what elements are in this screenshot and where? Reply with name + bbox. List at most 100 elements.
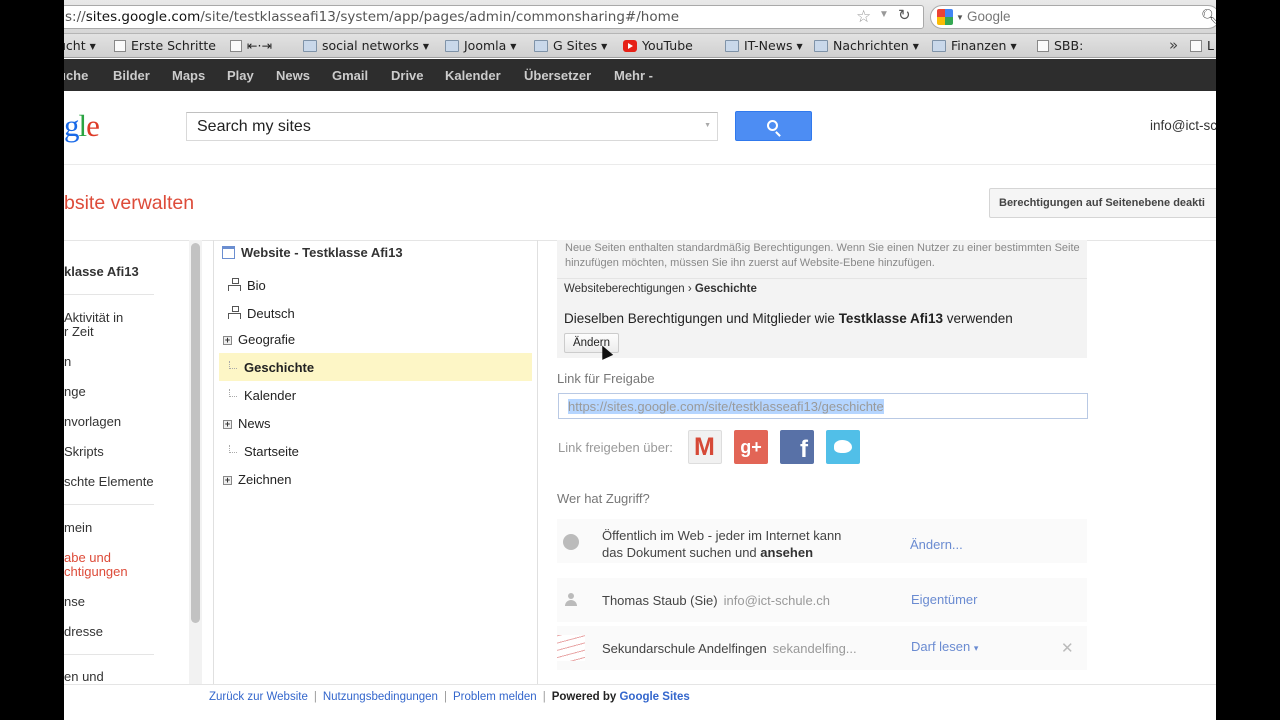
tree-line-icon (229, 445, 237, 453)
page-level-permissions-button[interactable]: Berechtigungen auf Seitenebene deakti (989, 188, 1216, 218)
browser-toolbar: s://sites.google.com/site/testklasseafi1… (64, 0, 1216, 34)
access-name: Sekundarschule Andelfingen (602, 641, 767, 656)
tree-item[interactable]: Geschichte (229, 360, 314, 375)
share-link-field[interactable]: https://sites.google.com/site/testklasse… (558, 393, 1088, 419)
nav-scrollbar-thumb[interactable] (191, 243, 200, 623)
folder-icon (725, 40, 739, 52)
logo-letter: g (64, 108, 79, 143)
nav-item-activity[interactable]: Aktivität in (64, 311, 123, 325)
nav-item-themes[interactable]: nse (64, 595, 85, 609)
google-search-engine-icon[interactable] (937, 9, 953, 25)
google-bar-link[interactable]: Bilder (113, 68, 150, 83)
twitter-share-icon[interactable] (826, 430, 860, 464)
nav-item-sharing[interactable]: abe und (64, 551, 111, 565)
tree-item[interactable]: + Zeichnen (223, 472, 291, 487)
chevron-down-icon: ▼ (89, 42, 96, 51)
nav-item-activity-line2[interactable]: r Zeit (64, 325, 94, 339)
bookmark-item[interactable]: IT-News ▼ (725, 38, 803, 53)
site-icon (222, 246, 235, 259)
nav-item-deleted-items[interactable]: schte Elemente (64, 475, 154, 489)
bookmark-item[interactable]: Erste Schritte (114, 38, 216, 53)
nav-item-colors-fonts[interactable]: en und (64, 670, 104, 684)
remove-access-icon[interactable]: ✕ (1061, 639, 1074, 657)
nav-item-web-address[interactable]: dresse (64, 625, 103, 639)
google-bar-link[interactable]: Mehr - (614, 68, 653, 83)
sitemap-icon (228, 306, 241, 319)
access-line2-bold: ansehen (760, 545, 814, 560)
access-email: info@ict-schule.ch (723, 593, 831, 608)
bookmark-star-icon[interactable]: ☆ (856, 7, 871, 27)
tree-item-label: Kalender (244, 388, 297, 403)
tree-item[interactable]: Kalender (229, 388, 296, 403)
account-email[interactable]: info@ict-sc (1150, 118, 1216, 133)
tree-item[interactable]: Deutsch (228, 306, 295, 321)
nav-item-sharing-line2[interactable]: chtigungen (64, 565, 128, 579)
folder-icon (303, 40, 317, 52)
change-visibility-link[interactable]: Ändern... (910, 537, 963, 552)
nav-item-attachments[interactable]: nge (64, 385, 86, 399)
google-bar-link[interactable]: Gmail (332, 68, 368, 83)
expand-icon[interactable]: + (223, 336, 232, 345)
search-engine-dropdown-icon[interactable]: ▼ (956, 13, 964, 22)
bookmark-item[interactable]: G Sites ▼ (534, 38, 607, 53)
breadcrumb: Websiteberechtigungen › Geschichte (564, 283, 757, 295)
bookmark-item[interactable]: ucht▼ (64, 38, 96, 53)
breadcrumb-current: Geschichte (694, 283, 757, 295)
breadcrumb-parent[interactable]: Websiteberechtigungen (564, 283, 685, 295)
bookmark-item[interactable]: SBB: (1037, 38, 1083, 53)
bookmark-label: Nachrichten (833, 38, 909, 53)
google-bar-link[interactable]: Play (227, 68, 254, 83)
folder-icon (932, 40, 946, 52)
search-icon[interactable]: 🔍︎ (1201, 8, 1216, 25)
nav-divider (64, 294, 154, 295)
reload-icon[interactable]: ↻ (898, 6, 911, 24)
search-button[interactable] (735, 111, 812, 141)
bookmarks-overflow-icon[interactable]: » (1169, 36, 1178, 54)
tree-item[interactable]: Bio (228, 278, 266, 293)
expand-icon[interactable]: + (223, 420, 232, 429)
google-bar-link[interactable]: News (276, 68, 310, 83)
google-bar-link[interactable]: uche (64, 68, 88, 83)
bookmark-item[interactable]: Joomla ▼ (445, 38, 516, 53)
bookmark-item[interactable]: ⇤·⇥ (230, 38, 272, 53)
bookmark-item[interactable]: Finanzen ▼ (932, 38, 1017, 53)
google-logo[interactable]: gle (64, 108, 100, 144)
share-via-label: Link freigeben über: (558, 440, 673, 455)
bookmark-item-last[interactable]: L (1190, 38, 1214, 53)
search-placeholder: Google (967, 9, 1011, 24)
group-icon (557, 635, 585, 661)
gmail-share-icon[interactable] (688, 430, 722, 464)
google-bar-link[interactable]: Kalender (445, 68, 501, 83)
browser-search-field[interactable]: ▼ Google 🔍︎ (930, 5, 1216, 29)
bookmark-label: YouTube (642, 38, 693, 53)
nav-site-name[interactable]: klasse Afi13 (64, 265, 139, 279)
search-sites-input[interactable]: Search my sites ▼ (186, 112, 718, 141)
url-dropdown-icon[interactable]: ▼ (879, 9, 889, 20)
role-dropdown[interactable]: Darf lesen ▾ (911, 639, 978, 654)
nav-item-scripts[interactable]: Skripts (64, 445, 104, 459)
nav-item-pages[interactable]: n (64, 355, 71, 369)
google-sites-link[interactable]: Google Sites (619, 691, 689, 703)
google-bar-link[interactable]: Drive (391, 68, 424, 83)
nav-divider (64, 654, 154, 655)
bookmark-item[interactable]: social networks ▼ (303, 38, 429, 53)
bookmark-item[interactable]: YouTube (623, 38, 693, 53)
google-bar-link[interactable]: Übersetzer (524, 68, 591, 83)
footer-back-link[interactable]: Zurück zur Website (209, 691, 308, 703)
tree-item[interactable]: + News (223, 416, 271, 431)
nav-item-general[interactable]: mein (64, 521, 92, 535)
google-bar-link[interactable]: Maps (172, 68, 205, 83)
facebook-share-icon[interactable]: f (780, 430, 814, 464)
footer-terms-link[interactable]: Nutzungsbedingungen (323, 691, 438, 703)
bookmark-label: ucht (64, 38, 86, 53)
address-bar[interactable]: s://sites.google.com/site/testklasseafi1… (64, 5, 924, 29)
expand-icon[interactable]: + (223, 476, 232, 485)
tree-root[interactable]: Website - Testklasse Afi13 (222, 245, 403, 260)
bookmark-item[interactable]: Nachrichten ▼ (814, 38, 919, 53)
nav-item-page-templates[interactable]: nvorlagen (64, 415, 121, 429)
footer-report-link[interactable]: Problem melden (453, 691, 537, 703)
google-plus-share-icon[interactable]: g+ (734, 430, 768, 464)
tree-item[interactable]: + Geografie (223, 332, 295, 347)
chevron-down-icon[interactable]: ▼ (704, 122, 711, 129)
tree-item[interactable]: Startseite (229, 444, 299, 459)
